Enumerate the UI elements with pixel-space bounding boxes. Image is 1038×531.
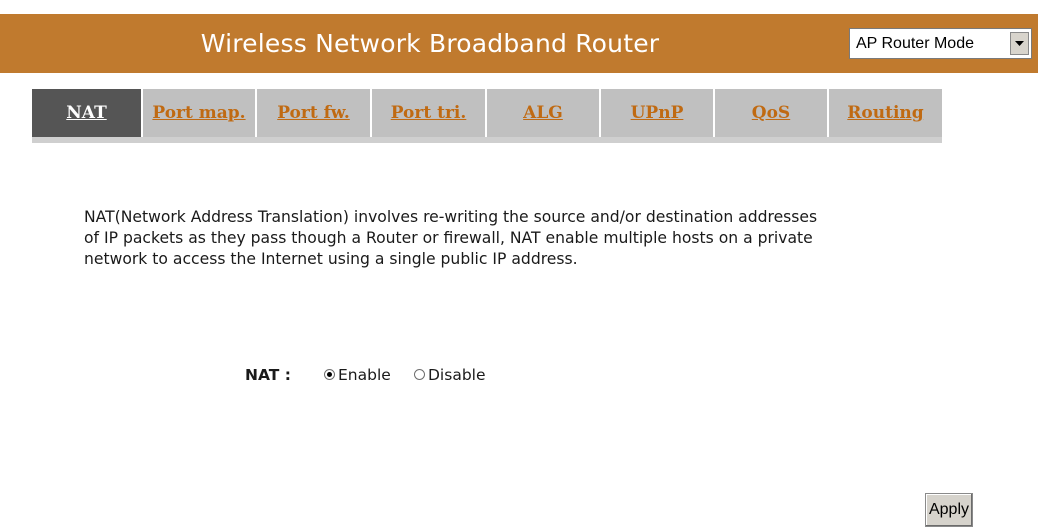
nat-label: NAT : <box>245 366 291 384</box>
tab-routing[interactable]: Routing <box>829 89 942 137</box>
description-line: NAT(Network Address Translation) involve… <box>84 208 818 226</box>
header-bar: Wireless Network Broadband Router AP Rou… <box>0 14 1038 73</box>
nat-disable-label: Disable <box>428 366 486 384</box>
tab-port-fw[interactable]: Port fw. <box>257 89 370 137</box>
mode-select[interactable]: AP Router Mode <box>849 28 1032 59</box>
tab-qos[interactable]: QoS <box>715 89 827 137</box>
tab-upnp[interactable]: UPnP <box>601 89 713 137</box>
apply-button[interactable]: Apply <box>925 493 973 527</box>
mode-select-value: AP Router Mode <box>856 35 974 52</box>
description-line: network to access the Internet using a s… <box>84 250 578 268</box>
tab-port-tri[interactable]: Port tri. <box>372 89 485 137</box>
radio-checked-icon[interactable] <box>324 369 335 380</box>
tab-nat[interactable]: NAT <box>32 89 141 137</box>
tab-alg[interactable]: ALG <box>487 89 599 137</box>
tab-port-map[interactable]: Port map. <box>143 89 255 137</box>
page-title: Wireless Network Broadband Router <box>200 29 660 58</box>
dropdown-arrow-button[interactable] <box>1010 32 1029 55</box>
tab-strip-shadow <box>32 137 942 143</box>
nat-description: NAT(Network Address Translation) involve… <box>84 207 984 270</box>
tab-strip: NAT Port map. Port fw. Port tri. ALG UPn… <box>32 89 942 143</box>
nat-enable-label: Enable <box>338 366 391 384</box>
radio-unchecked-icon[interactable] <box>414 369 425 380</box>
chevron-down-icon <box>1015 41 1024 46</box>
description-line: of IP packets as they pass though a Rout… <box>84 229 813 247</box>
